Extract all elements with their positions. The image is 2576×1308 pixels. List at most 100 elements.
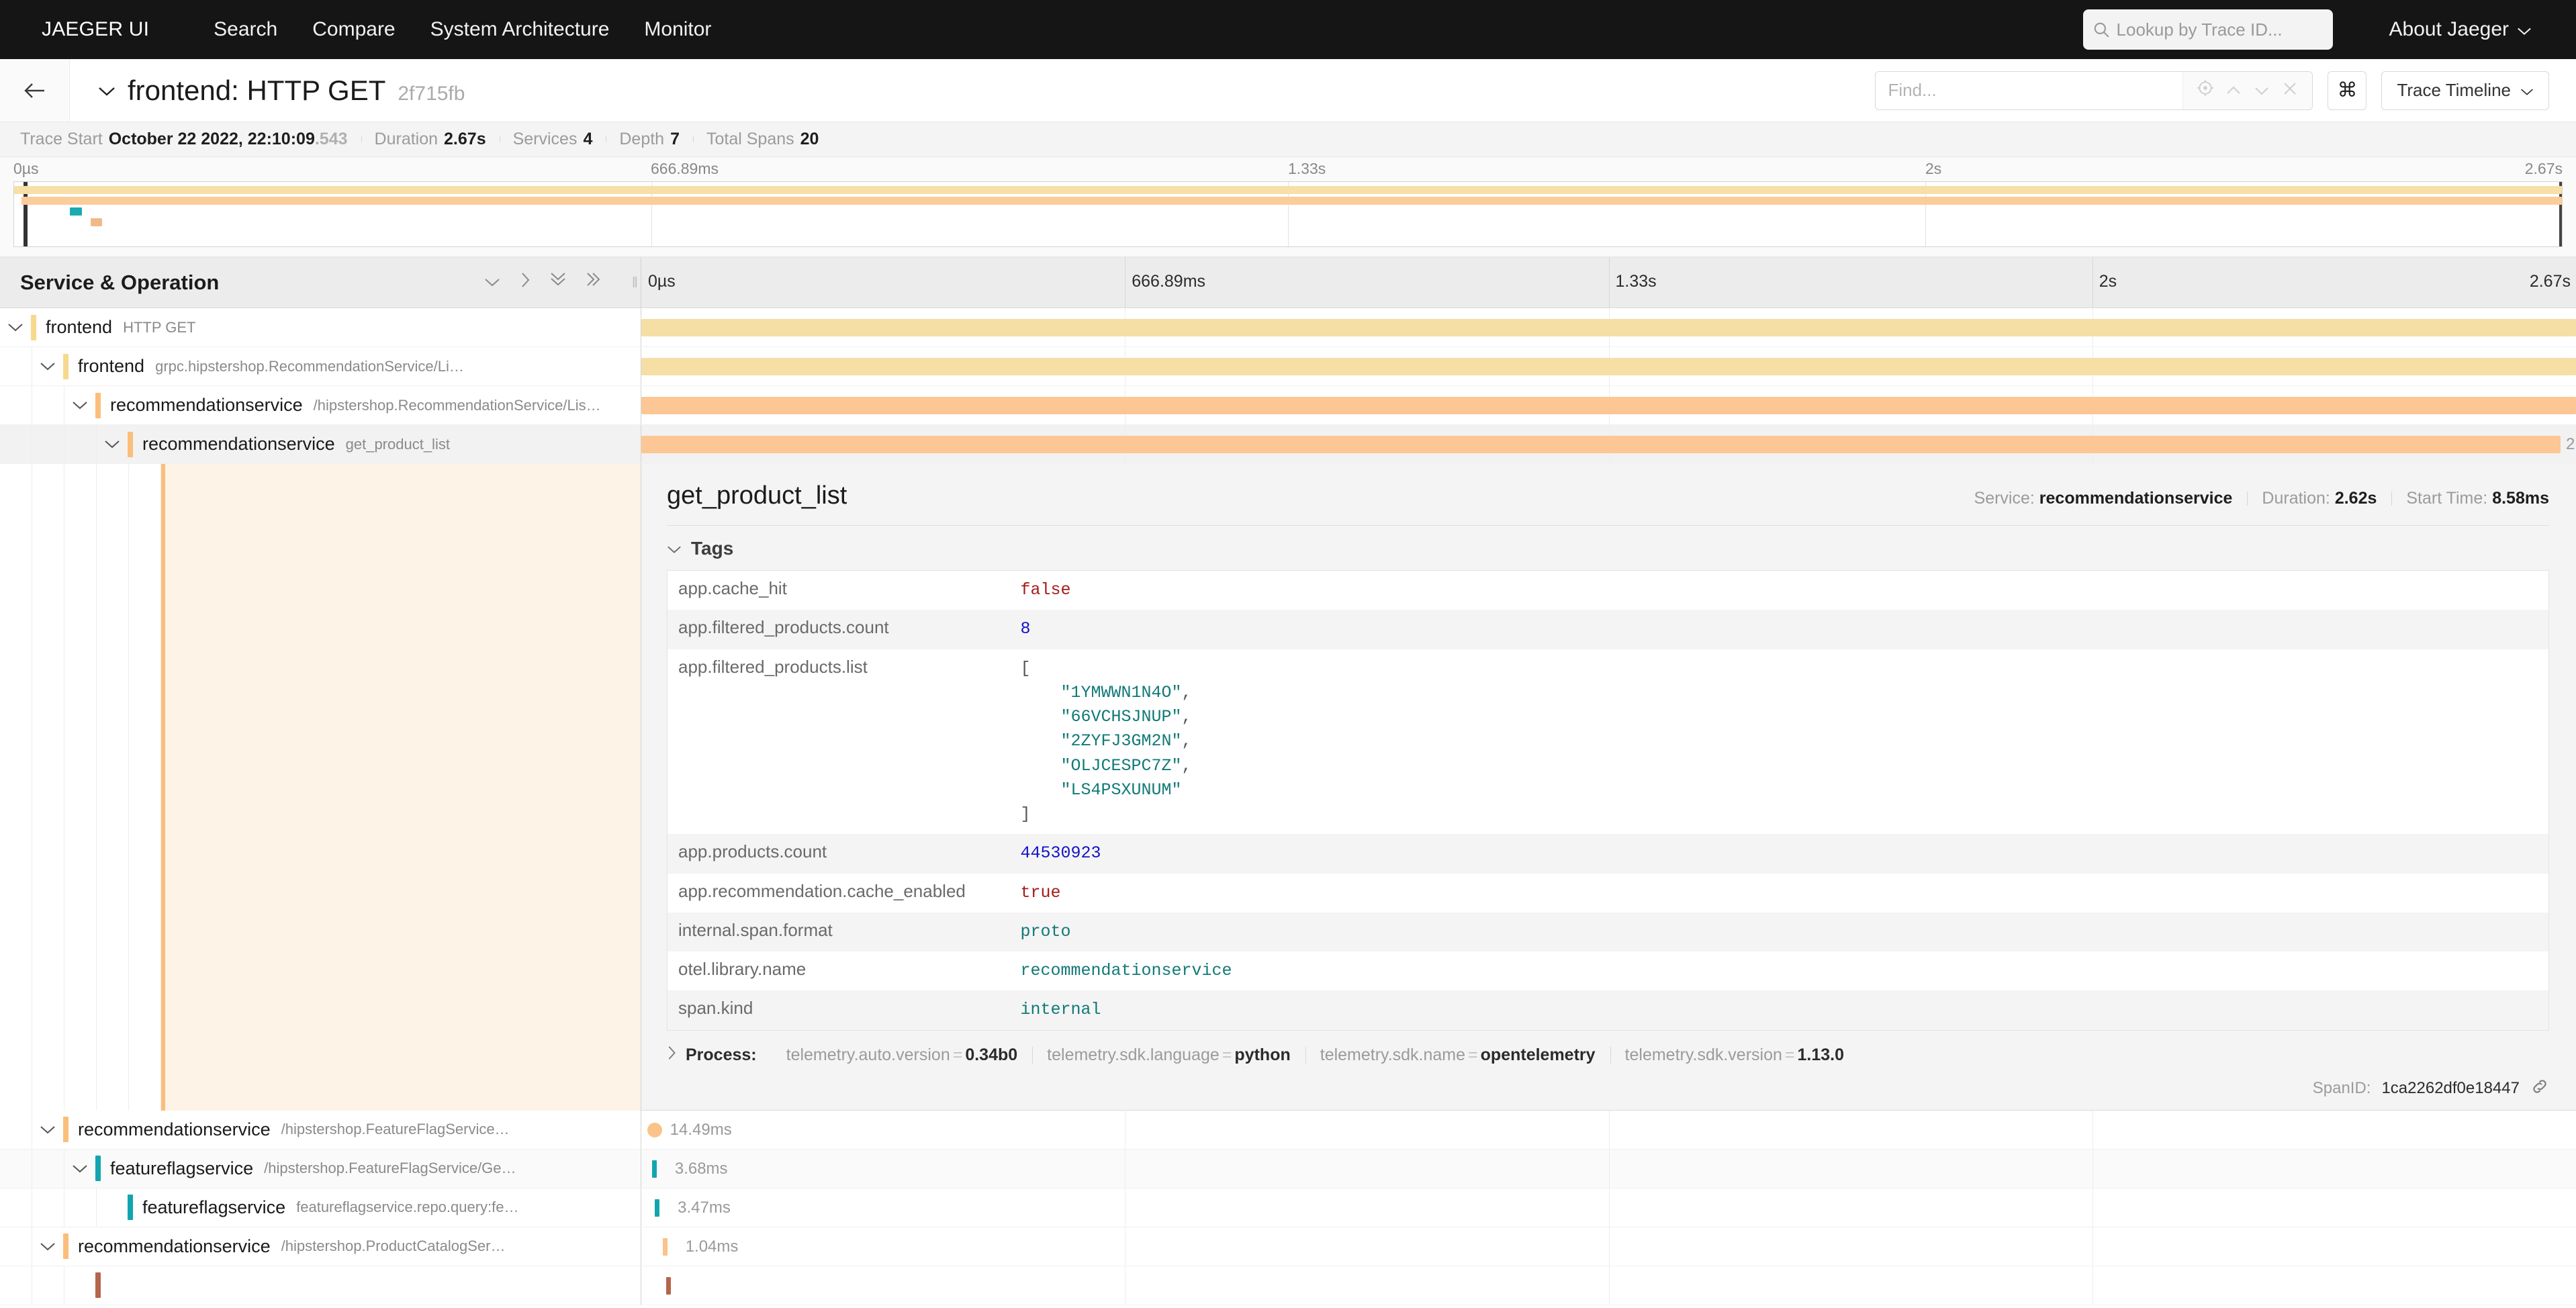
prev-match-icon[interactable] [2221, 80, 2246, 101]
span-duration-bar[interactable] [641, 358, 2576, 375]
span-row[interactable]: recommendationservice/hipstershop.Produc… [0, 1227, 2576, 1266]
chevron-right-icon[interactable] [667, 1045, 676, 1065]
trace-collapse-caret[interactable] [98, 80, 116, 101]
span-service-name: recommendationservice [110, 395, 303, 416]
next-match-icon[interactable] [2249, 80, 2274, 101]
find-box[interactable] [1875, 71, 2313, 110]
focus-matches-icon[interactable] [2193, 79, 2218, 101]
span-row-label-cell[interactable]: frontendHTTP GET [0, 308, 641, 346]
span-id-label: SpanID: [2313, 1079, 2371, 1098]
collapse-one-icon[interactable] [520, 271, 531, 293]
about-jaeger-label: About Jaeger [2389, 0, 2509, 59]
span-duration-bar[interactable] [641, 436, 2561, 453]
timeline-tick-label-4: 2.67s [2530, 272, 2576, 291]
span-id-row: SpanID: 1ca2262df0e18447 [667, 1077, 2549, 1110]
process-tag-list: telemetry.auto.version=0.34b0telemetry.s… [772, 1045, 1859, 1065]
trace-id-lookup[interactable] [2083, 9, 2333, 50]
clear-search-icon[interactable] [2277, 80, 2303, 101]
meta-value: 7 [670, 130, 680, 149]
search-icon [2092, 21, 2110, 38]
nav-item-search[interactable]: Search [196, 0, 295, 59]
column-resize-handle[interactable]: ‖ [632, 274, 637, 291]
back-button[interactable] [0, 59, 70, 122]
span-duration-bar[interactable] [652, 1160, 657, 1178]
span-detail-content: get_product_list Service: recommendation… [641, 464, 2576, 1111]
span-row-label-cell[interactable]: recommendationservice/hipstershop.Produc… [0, 1227, 641, 1266]
span-duration-bar[interactable] [663, 1238, 668, 1256]
nav-item-system-architecture[interactable]: System Architecture [413, 0, 627, 59]
span-row-timeline-cell[interactable] [641, 386, 2576, 424]
about-jaeger-menu[interactable]: About Jaeger [2372, 0, 2549, 59]
span-expand-caret[interactable] [32, 347, 63, 385]
span-row-label-cell[interactable]: recommendationservice/hipstershop.Featur… [0, 1111, 641, 1149]
tree-guide [32, 464, 64, 1111]
span-duration-label: 1.04ms [686, 1237, 739, 1256]
trace-id-input[interactable] [2117, 19, 2324, 40]
span-row[interactable]: frontendHTTP GET [0, 308, 2576, 347]
tags-section-label: Tags [691, 538, 733, 559]
timeline-gridline [2092, 1111, 2093, 1149]
tag-key: otel.library.name [668, 951, 1010, 990]
span-row[interactable]: frontendgrpc.hipstershop.RecommendationS… [0, 347, 2576, 386]
span-row[interactable]: recommendationservice/hipstershop.Recomm… [0, 386, 2576, 425]
span-row-timeline-cell[interactable]: 3.47ms [641, 1188, 2576, 1227]
span-row-timeline-cell[interactable] [641, 1266, 2576, 1305]
span-row[interactable]: featureflagservicefeatureflagservice.rep… [0, 1188, 2576, 1227]
span-operation-name: get_product_list [346, 436, 450, 453]
span-row-timeline-cell[interactable]: 1.04ms [641, 1227, 2576, 1266]
tree-guide [32, 1266, 64, 1305]
span-duration-bar[interactable] [641, 397, 2576, 414]
collapse-all-icon[interactable] [586, 271, 602, 293]
span-duration-bar[interactable] [641, 319, 2576, 336]
tags-section-toggle[interactable]: Tags [667, 538, 2549, 559]
span-duration-bar[interactable] [655, 1199, 659, 1217]
span-operation-name: HTTP GET [123, 319, 195, 336]
tree-guides [0, 1227, 32, 1266]
span-row-timeline-cell[interactable]: 14.49ms [641, 1111, 2576, 1149]
span-expand-caret[interactable] [32, 1227, 63, 1266]
tag-row: otel.library.namerecommendationservice [668, 951, 2549, 990]
span-row-timeline-cell[interactable] [641, 308, 2576, 346]
expand-one-icon[interactable] [484, 271, 501, 293]
span-row-timeline-cell[interactable]: 3.68ms [641, 1150, 2576, 1188]
span-expand-caret[interactable] [32, 1111, 63, 1149]
timeline-gridline [1609, 1266, 1610, 1305]
expand-all-icon[interactable] [549, 271, 567, 293]
nav-item-compare[interactable]: Compare [295, 0, 412, 59]
span-row-label-cell[interactable] [0, 1266, 641, 1305]
span-expand-caret[interactable] [64, 1150, 95, 1188]
minimap-section: 0µs666.89ms1.33s2s2.67s [0, 157, 2576, 257]
span-row-timeline-cell[interactable] [641, 347, 2576, 385]
process-row: Process: telemetry.auto.version=0.34b0te… [667, 1031, 2549, 1077]
chevron-down-icon [667, 539, 682, 559]
span-row-label-cell[interactable]: featureflagservicefeatureflagservice.rep… [0, 1188, 641, 1227]
tag-value: 44530923 [1010, 834, 2549, 873]
span-row[interactable]: featureflagservice/hipstershop.FeatureFl… [0, 1150, 2576, 1188]
span-row-label-cell[interactable]: frontendgrpc.hipstershop.RecommendationS… [0, 347, 641, 385]
tree-guides [0, 386, 64, 424]
span-row-label-cell[interactable]: recommendationservice/hipstershop.Recomm… [0, 386, 641, 424]
span-duration-bar[interactable] [666, 1277, 671, 1295]
tags-table: app.cache_hitfalseapp.filtered_products.… [667, 570, 2549, 1031]
span-row[interactable]: recommendationservice/hipstershop.Featur… [0, 1111, 2576, 1150]
jaeger-brand[interactable]: JAEGER UI [27, 0, 164, 59]
minimap-viewport[interactable] [13, 181, 2563, 247]
view-mode-select[interactable]: Trace Timeline [2381, 71, 2549, 110]
service-label: Service: [1974, 489, 2035, 508]
meta-value: 20 [800, 130, 819, 149]
span-expand-caret[interactable] [97, 425, 128, 463]
find-input[interactable] [1876, 72, 2182, 109]
span-row[interactable] [0, 1266, 2576, 1305]
span-expand-caret[interactable] [0, 308, 31, 346]
span-row-timeline-cell[interactable]: 2.6 [641, 425, 2576, 463]
meta-label: Duration [375, 130, 439, 149]
span-row-label-cell[interactable]: recommendationserviceget_product_list [0, 425, 641, 463]
span-row[interactable]: recommendationserviceget_product_list2.6 [0, 425, 2576, 464]
keyboard-shortcuts-button[interactable]: ⌘ [2328, 71, 2366, 110]
span-expand-caret[interactable] [64, 386, 95, 424]
span-row-label-cell[interactable]: featureflagservice/hipstershop.FeatureFl… [0, 1150, 641, 1188]
link-icon[interactable] [2530, 1077, 2549, 1101]
span-duration-bar[interactable] [647, 1123, 662, 1137]
meta-services: Services 4 [500, 130, 606, 149]
nav-item-monitor[interactable]: Monitor [627, 0, 729, 59]
